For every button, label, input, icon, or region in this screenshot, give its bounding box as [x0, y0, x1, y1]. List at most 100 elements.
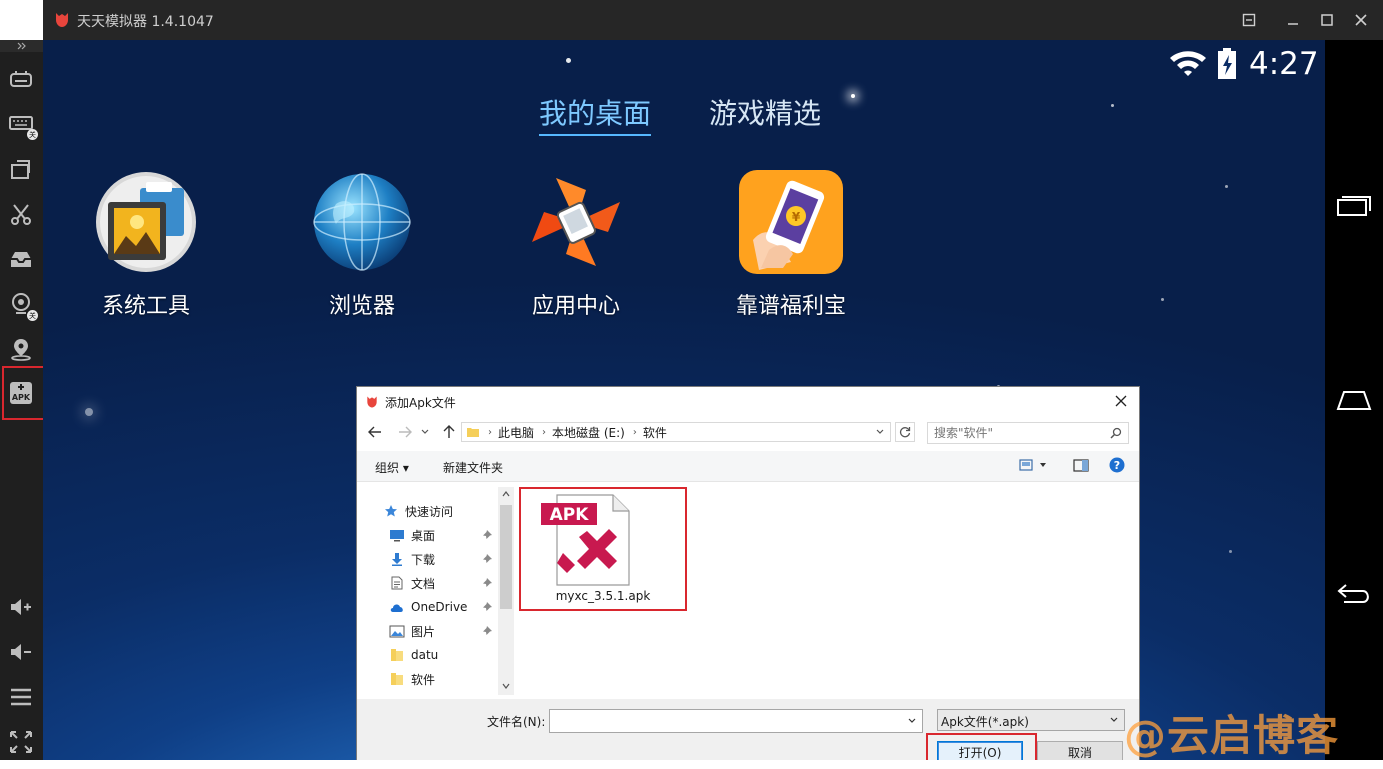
organize-menu-button[interactable]: 组织 ▾ — [375, 459, 409, 476]
nav-item-quick-access[interactable]: 快速访问 — [383, 501, 453, 521]
search-input[interactable] — [934, 425, 1104, 441]
chevron-down-icon[interactable] — [502, 683, 510, 689]
android-nav-bar — [1325, 40, 1383, 760]
folder-icon — [467, 428, 479, 437]
recent-locations-button[interactable] — [419, 421, 431, 443]
search-icon — [1110, 427, 1122, 439]
nav-item-pictures[interactable]: 图片 — [389, 621, 497, 641]
emulator-title-bar: 天天模拟器 1.4.1047 — [43, 0, 1383, 40]
settings-window-button[interactable] — [1237, 8, 1261, 32]
dialog-toolbar: 组织 ▾ 新建文件夹 ? — [357, 451, 1139, 482]
nav-label: datu — [411, 648, 439, 662]
star — [1229, 550, 1232, 553]
navigation-scrollbar[interactable] — [498, 487, 514, 695]
view-mode-icon — [1019, 459, 1033, 471]
sidebar-item-camera[interactable]: 关 — [6, 289, 38, 321]
maximize-button[interactable] — [1315, 8, 1339, 32]
back-nav-button[interactable] — [365, 421, 385, 443]
back-button[interactable] — [1335, 578, 1373, 608]
refresh-icon — [899, 427, 911, 438]
location-pin-icon — [11, 339, 31, 361]
picture-icon — [389, 625, 405, 637]
recent-apps-button[interactable] — [1335, 190, 1373, 220]
sidebar-item-rotate[interactable] — [6, 154, 36, 184]
sidebar-item-gamepad[interactable] — [6, 64, 36, 94]
home-icon — [1336, 391, 1372, 410]
refresh-button[interactable] — [895, 422, 915, 442]
add-apk-file-dialog: 添加Apk文件 › 此电脑 › 本地磁盘 (E:) › 软件 搜索"软件" 组织… — [356, 386, 1140, 769]
minimize-button[interactable] — [1281, 8, 1305, 32]
nav-label: 软件 — [411, 672, 436, 687]
arrow-up-icon — [443, 425, 455, 438]
recent-apps-icon — [1337, 196, 1371, 216]
sidebar-item-shared-folder[interactable] — [6, 244, 36, 274]
sidebar-collapse-button[interactable] — [0, 40, 43, 52]
filetype-select[interactable]: Apk文件(*.apk) — [937, 709, 1125, 731]
up-folder-button[interactable] — [439, 421, 459, 443]
view-options-button[interactable] — [1019, 459, 1047, 471]
app-system-tools[interactable]: 系统工具 — [56, 170, 236, 320]
sidebar-item-fullscreen[interactable] — [6, 727, 36, 757]
nav-item-desktop[interactable]: 桌面 — [389, 525, 497, 545]
sidebar-item-volume-up[interactable] — [6, 592, 36, 622]
breadcrumb-software[interactable]: 软件 — [643, 424, 667, 441]
close-window-button[interactable] — [1349, 8, 1373, 32]
navigation-pane: 快速访问 桌面 下载 文档 OneDrive 图片 datu 软件 — [357, 483, 515, 695]
apk-file-icon: APK — [541, 494, 630, 586]
nav-label: 桌面 — [411, 528, 436, 543]
pin-icon — [483, 554, 492, 563]
nav-item-software[interactable]: 软件 — [389, 669, 435, 689]
folder-icon — [391, 649, 403, 661]
file-list-area: APK myxc_3.5.1.apk — [515, 483, 1139, 695]
tiantian-logo-icon — [56, 13, 68, 27]
dialog-title-bar: 添加Apk文件 — [365, 393, 456, 411]
preview-pane-button[interactable] — [1073, 459, 1089, 475]
chevron-down-icon[interactable] — [876, 429, 884, 435]
wifi-icon — [1170, 51, 1206, 76]
scrollbar-thumb[interactable] — [500, 505, 512, 609]
chevron-down-icon[interactable] — [908, 718, 916, 724]
file-item-apk[interactable]: APK myxc_3.5.1.apk — [519, 487, 687, 611]
tiantian-logo-icon — [367, 396, 377, 408]
search-box[interactable] — [927, 422, 1129, 444]
breadcrumb-separator: › — [632, 426, 637, 438]
volume-up-icon — [11, 599, 31, 615]
apk-badge-text: APK — [550, 505, 590, 525]
forward-nav-button[interactable] — [395, 421, 415, 443]
nav-item-onedrive[interactable]: OneDrive — [389, 597, 497, 617]
new-folder-button[interactable]: 新建文件夹 — [443, 459, 503, 476]
star — [1111, 104, 1114, 107]
breadcrumb-local-disk[interactable]: 本地磁盘 (E:) — [552, 424, 625, 441]
gamepad-icon — [10, 71, 32, 87]
help-button[interactable]: ? — [1109, 457, 1125, 476]
sidebar-item-menu[interactable] — [6, 682, 36, 712]
app-app-center[interactable]: 应用中心 — [486, 170, 666, 320]
nav-label: 快速访问 — [405, 504, 454, 519]
window-title: 天天模拟器 1.4.1047 — [77, 14, 214, 30]
sidebar-item-location[interactable] — [6, 334, 36, 364]
tab-featured-games[interactable]: 游戏精选 — [709, 92, 821, 132]
dialog-navigation-row: › 此电脑 › 本地磁盘 (E:) › 软件 — [357, 417, 1139, 447]
battery-charging-icon — [1218, 48, 1236, 79]
nav-item-datu[interactable]: datu — [389, 645, 438, 665]
home-button[interactable] — [1335, 385, 1373, 415]
tab-my-desktop[interactable]: 我的桌面 — [539, 92, 652, 136]
dialog-close-button[interactable] — [1111, 391, 1131, 411]
filename-input[interactable] — [549, 709, 923, 733]
sidebar-item-keyboard[interactable]: 关 — [6, 108, 38, 140]
desktop-icon — [390, 529, 404, 541]
star — [85, 408, 93, 416]
sidebar-item-volume-down[interactable] — [6, 637, 36, 667]
breadcrumb-this-pc[interactable]: 此电脑 — [498, 424, 534, 441]
close-icon — [1355, 14, 1367, 26]
app-browser[interactable]: 浏览器 — [272, 170, 452, 320]
nav-item-documents[interactable]: 文档 — [389, 573, 497, 593]
chevron-up-icon[interactable] — [502, 491, 510, 497]
nav-item-downloads[interactable]: 下载 — [389, 549, 497, 569]
file-name: myxc_3.5.1.apk — [555, 589, 651, 603]
app-welfare[interactable]: ¥ 靠谱福利宝 — [701, 170, 881, 320]
address-bar[interactable]: › 此电脑 › 本地磁盘 (E:) › 软件 — [461, 422, 891, 442]
active-tab-underline — [539, 134, 652, 136]
hamburger-menu-icon — [11, 688, 31, 706]
sidebar-item-screenshot[interactable] — [6, 199, 36, 229]
